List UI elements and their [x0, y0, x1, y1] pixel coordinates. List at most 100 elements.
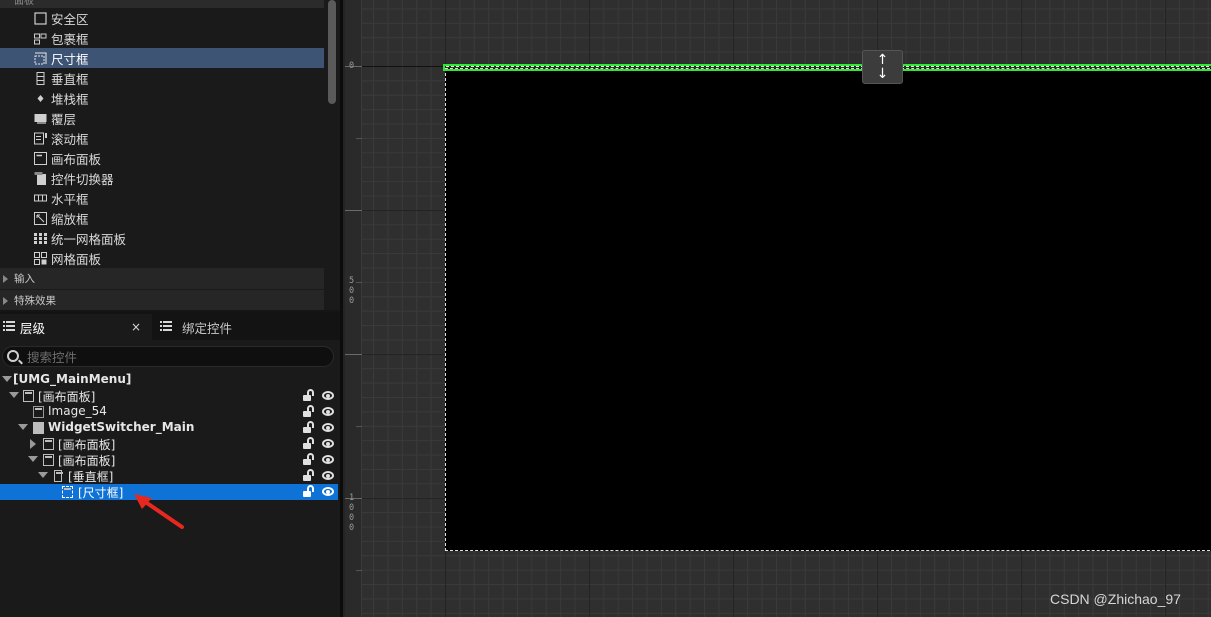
- watermark: CSDN @Zhichao_97: [1050, 591, 1181, 607]
- palette-item-horizontal-box[interactable]: 水平框: [0, 188, 324, 208]
- palette-item-size-box[interactable]: 尺寸框: [0, 48, 324, 68]
- tree-row-label: [垂直框]: [68, 470, 114, 484]
- chevron-down-icon[interactable]: [2, 376, 12, 382]
- palette-item-scroll-box[interactable]: 滚动框: [0, 128, 324, 148]
- safe-zone-icon: [34, 11, 47, 25]
- eye-icon[interactable]: [322, 391, 334, 400]
- close-icon[interactable]: ×: [131, 320, 141, 334]
- palette-category-special-effects[interactable]: 特殊效果: [0, 290, 324, 310]
- eye-icon[interactable]: [322, 487, 334, 496]
- selected-size-box-outline[interactable]: [443, 64, 1211, 71]
- list-icon: [3, 321, 15, 332]
- tree-row-umg-mainmenu[interactable]: [UMG_MainMenu]: [0, 372, 338, 388]
- lock-icon[interactable]: [303, 389, 315, 402]
- tab-bind-widgets[interactable]: 绑定控件: [156, 314, 306, 340]
- eye-icon[interactable]: [322, 407, 334, 416]
- tree-row-canvas-panel[interactable]: [画布面板]: [0, 452, 338, 468]
- tree-row-vertical-box[interactable]: [垂直框]: [0, 468, 338, 484]
- ruler-label-0: 0: [349, 61, 355, 71]
- palette-category-panel[interactable]: 面板: [0, 0, 324, 8]
- chevron-right-icon[interactable]: [30, 439, 36, 449]
- uniform-grid-icon: [34, 232, 47, 245]
- tree-row-label: [尺寸框]: [78, 486, 124, 500]
- eye-icon[interactable]: [322, 455, 334, 464]
- palette-item-label: 包裹框: [51, 31, 89, 47]
- tree-row-widget-switcher[interactable]: WidgetSwitcher_Main: [0, 420, 338, 436]
- palette-category-input[interactable]: 输入: [0, 268, 324, 289]
- annotation-arrow: [134, 494, 184, 529]
- canvas-panel-icon: [43, 454, 54, 466]
- palette-item-label: 堆栈框: [51, 91, 89, 107]
- palette-item-stack-box[interactable]: 堆栈框: [0, 88, 324, 108]
- widget-switcher-icon: [33, 422, 44, 434]
- tab-label: 绑定控件: [182, 320, 233, 336]
- lock-icon[interactable]: [303, 437, 315, 450]
- scale-box-icon: [34, 211, 47, 225]
- palette-item-canvas-panel[interactable]: 画布面板: [0, 148, 324, 168]
- search-input[interactable]: [27, 349, 327, 365]
- canvas-panel-icon: [43, 438, 54, 450]
- palette-item-uniform-grid[interactable]: 统一网格面板: [0, 228, 324, 248]
- palette-item-overlay[interactable]: 覆层: [0, 108, 324, 128]
- palette-item-safe-zone[interactable]: 安全区: [0, 8, 324, 28]
- lock-icon[interactable]: [303, 453, 315, 466]
- palette-panel: 面板 安全区 包裹框 尺寸框 垂直框 堆栈框 覆层 滚动框 画布面板 控件切换器…: [0, 0, 340, 310]
- vertical-ruler: 0 5 0 0 1 0 0 0: [345, 0, 362, 617]
- widget-preview-area[interactable]: [445, 68, 1211, 551]
- stack-box-icon: [34, 92, 47, 105]
- palette-item-label: 控件切换器: [51, 171, 114, 187]
- horizontal-box-icon: [34, 192, 47, 205]
- palette-item-label: 水平框: [51, 191, 89, 207]
- canvas-panel-icon: [23, 390, 34, 402]
- hierarchy-panel: 层级 × 绑定控件 [UMG_MainMenu] [画布面板] Image_54…: [0, 312, 340, 617]
- wrap-box-icon: [34, 32, 47, 45]
- tree-row-canvas-panel[interactable]: [画布面板]: [0, 388, 338, 404]
- origin-guide: [362, 66, 445, 67]
- tree-row-label: [画布面板]: [58, 438, 116, 452]
- chevron-down-icon[interactable]: [18, 424, 28, 430]
- eye-icon[interactable]: [322, 423, 334, 432]
- palette-item-label: 画布面板: [51, 151, 102, 167]
- tree-row-label: [UMG_MainMenu]: [13, 372, 132, 386]
- size-box-icon: [34, 52, 47, 65]
- category-label: 输入: [14, 273, 35, 285]
- vertical-box-icon: [34, 71, 47, 85]
- lock-icon[interactable]: [303, 421, 315, 434]
- palette-item-label: 网格面板: [51, 251, 102, 267]
- lock-icon[interactable]: [303, 485, 315, 498]
- ruler-label-1000: 1 0 0 0: [349, 493, 355, 533]
- palette-item-vertical-box[interactable]: 垂直框: [0, 68, 324, 88]
- eye-icon[interactable]: [322, 471, 334, 480]
- palette-item-widget-switcher[interactable]: 控件切换器: [0, 168, 324, 188]
- designer-canvas[interactable]: 0 5 0 0 1 0 0 0 ↑ ↓ CSDN @Zhichao_97: [345, 0, 1211, 617]
- list-icon: [160, 321, 172, 332]
- tree-row-canvas-panel[interactable]: [画布面板]: [0, 436, 338, 452]
- tab-hierarchy[interactable]: 层级 ×: [0, 314, 152, 340]
- chevron-down-icon[interactable]: [38, 472, 48, 478]
- lock-icon[interactable]: [303, 405, 315, 418]
- palette-item-label: 统一网格面板: [51, 231, 127, 247]
- palette-item-wrap-box[interactable]: 包裹框: [0, 28, 324, 48]
- overlay-icon: [34, 112, 47, 125]
- palette-category-label: 面板: [14, 0, 34, 7]
- palette-scrollbar[interactable]: [328, 0, 336, 104]
- palette-item-grid-panel[interactable]: 网格面板: [0, 248, 324, 268]
- tree-row-image[interactable]: Image_54: [0, 404, 338, 420]
- lock-icon[interactable]: [303, 469, 315, 482]
- chevron-down-icon[interactable]: [9, 392, 19, 398]
- chevron-down-icon[interactable]: [28, 456, 38, 462]
- tree-row-label: [画布面板]: [38, 390, 96, 404]
- palette-item-label: 覆层: [51, 111, 77, 127]
- palette-item-label: 滚动框: [51, 131, 89, 147]
- eye-icon[interactable]: [322, 439, 334, 448]
- palette-item-scale-box[interactable]: 缩放框: [0, 208, 324, 228]
- palette-item-label: 尺寸框: [51, 51, 89, 67]
- palette-item-label: 缩放框: [51, 211, 89, 227]
- canvas-panel-icon: [34, 151, 47, 165]
- palette-item-label: 安全区: [51, 11, 89, 27]
- grid-panel-icon: [34, 251, 47, 265]
- tree-row-label: Image_54: [48, 404, 107, 418]
- chevron-right-icon: [3, 297, 8, 305]
- category-label: 特殊效果: [14, 295, 56, 307]
- resize-handle-icon[interactable]: ↑ ↓: [862, 50, 903, 84]
